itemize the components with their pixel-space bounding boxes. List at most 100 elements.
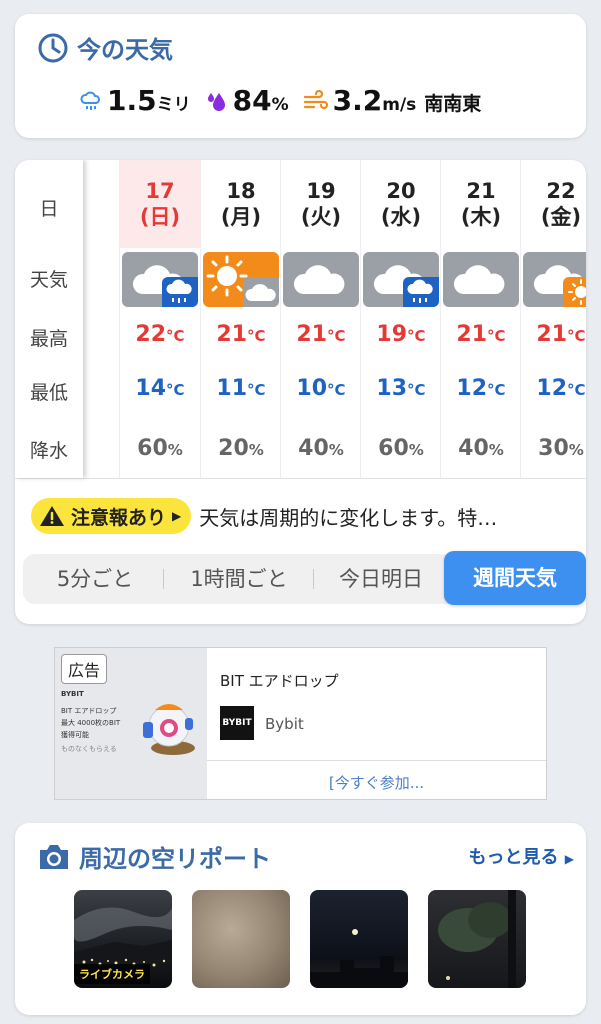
high-temp: 21°C: [536, 322, 586, 347]
forecast-day-header: 22 (金): [521, 160, 586, 248]
current-readings: 1.5 ミリ 84 % 3.2 m/s 南南東: [79, 84, 481, 117]
precip-chance: 60%: [137, 436, 183, 461]
ad-image-line: BIT エアドロップ: [61, 707, 117, 715]
forecast-day-header: 21 (木): [441, 160, 521, 248]
sun-icon: [563, 277, 586, 307]
forecast-day-column[interactable]: 18 (月) 21°C 11°C 20%: [201, 160, 281, 478]
forecast-day-column[interactable]: 17 (日) 22°C 14°C 60%: [120, 160, 200, 478]
chevron-right-icon: ▶: [564, 852, 574, 866]
cloud-icon: [363, 252, 439, 307]
forecast-row-labels: 日 天気 最高 最低 降水: [15, 160, 83, 478]
sky-photo-clouds[interactable]: [192, 890, 290, 988]
column-separator: [280, 160, 281, 478]
low-temp: 14°C: [135, 376, 185, 401]
high-temp: 19°C: [376, 322, 426, 347]
forecast-weekday: (月): [220, 205, 262, 229]
ad-image-brand: BYBIT: [61, 690, 84, 698]
live-camera-badge: ライブカメラ: [74, 964, 150, 984]
column-separator: [119, 160, 120, 478]
more-link-label: もっと見る: [468, 847, 559, 868]
forecast-weekday: (水): [380, 205, 422, 229]
wind-direction: 南南東: [424, 93, 482, 115]
forecast-divider: [15, 478, 586, 479]
forecast-day-column[interactable]: 21 (木) 21°C 12°C 40%: [441, 160, 521, 478]
tab-separator: [163, 569, 164, 589]
sky-photo-moon[interactable]: [310, 890, 408, 988]
forecast-date: 19: [306, 179, 336, 203]
row-label-weather: 天気: [29, 269, 68, 291]
cloud-icon: [443, 252, 519, 307]
precip-chance: 60%: [378, 436, 424, 461]
low-temp: 12°C: [456, 376, 506, 401]
forecast-day-column[interactable]: 19 (火) 21°C 10°C 40%: [281, 160, 361, 478]
row-label-day: 日: [39, 198, 59, 220]
ad-cta-link[interactable]: [今すぐ参加...: [207, 772, 546, 793]
moon-night-image: [310, 929, 408, 988]
forecast-day-header: 17 (日): [120, 160, 200, 248]
ad-image[interactable]: 広告 BYBIT BIT エアドロップ 最大 4000枚のBIT 獲得可能 もの…: [55, 648, 207, 799]
precip-chance: 40%: [458, 436, 504, 461]
ad-image-line: ものなくもらえる: [61, 745, 117, 753]
rain-icon: [162, 277, 198, 307]
tab-separator: [313, 569, 314, 589]
low-temp: 12°C: [536, 376, 586, 401]
sky-photo-live-camera[interactable]: ライブカメラ: [74, 890, 172, 988]
column-separator: [520, 160, 521, 478]
alert-text[interactable]: 天気は周期的に変化します。特…: [199, 502, 497, 531]
sun-icon: [203, 252, 279, 307]
column-separator: [200, 160, 201, 478]
humidity-drops-icon: [207, 92, 225, 111]
forecast-weekday: (日): [139, 205, 181, 229]
wind-icon: [303, 89, 328, 109]
forecast-tabs: 5分ごと 1時間ごと 今日明日 週間天気: [23, 551, 586, 605]
camera-icon: [40, 844, 68, 869]
chevron-right-icon: ▶: [172, 509, 182, 523]
cloud-icon: [243, 277, 279, 307]
ad-image-line: 最大 4000枚のBIT: [61, 719, 121, 727]
bybit-logo: BYBIT: [220, 706, 254, 740]
forecast-day-header: 18 (月): [201, 160, 281, 248]
ad-title[interactable]: BIT エアドロップ: [220, 670, 339, 691]
sky-photo-trees[interactable]: [428, 890, 526, 988]
ad-divider: [207, 760, 546, 761]
low-temp: 10°C: [296, 376, 346, 401]
forecast-day-column[interactable]: 20 (水) 19°C 13°C 60%: [361, 160, 441, 478]
low-temp: 11°C: [216, 376, 266, 401]
more-link[interactable]: もっと見る ▶: [468, 843, 574, 869]
warning-icon: [40, 506, 64, 526]
tree-night-image: [438, 890, 516, 988]
ad-brand[interactable]: Bybit: [265, 715, 304, 733]
ad-banner[interactable]: 広告 BYBIT BIT エアドロップ 最大 4000枚のBIT 獲得可能 もの…: [54, 647, 547, 800]
wind-unit: m/s: [382, 95, 417, 115]
high-temp: 21°C: [296, 322, 346, 347]
low-temp: 13°C: [376, 376, 426, 401]
tab-hourly[interactable]: 1時間ごと: [171, 554, 307, 604]
alert-badge[interactable]: 注意報あり ▶: [31, 498, 192, 534]
tab-5min[interactable]: 5分ごと: [35, 554, 155, 604]
row-label-low: 最低: [29, 382, 68, 404]
mascot-illustration: [143, 704, 195, 755]
tab-weekly[interactable]: 週間天気: [444, 551, 586, 605]
high-temp: 21°C: [216, 322, 266, 347]
high-temp: 21°C: [456, 322, 506, 347]
weekly-forecast-card: 16(土)22°C14°C40%17(日)22°C14°C60%18(月)21°…: [15, 160, 586, 624]
tab-today-tomorrow[interactable]: 今日明日: [319, 554, 443, 604]
forecast-day-header: 20 (水): [361, 160, 441, 248]
forecast-date: 22: [546, 179, 576, 203]
forecast-grid[interactable]: 16(土)22°C14°C40%17(日)22°C14°C60%18(月)21°…: [15, 160, 586, 478]
forecast-day-header: 19 (火): [281, 160, 361, 248]
precip-chance: 30%: [538, 436, 584, 461]
precip-unit: ミリ: [156, 95, 191, 115]
rain-icon: [403, 277, 439, 307]
precip-chance: 40%: [298, 436, 344, 461]
rain-cloud-icon: [80, 91, 100, 110]
forecast-weekday: (金): [540, 205, 582, 229]
column-separator: [440, 160, 441, 478]
weather-alert-row[interactable]: 注意報あり ▶ 天気は周期的に変化します。特…: [31, 498, 497, 534]
current-weather-header: 今の天気: [37, 30, 173, 65]
high-temp: 22°C: [135, 322, 185, 347]
row-label-high: 最高: [29, 328, 68, 350]
alert-label: 注意報あり: [71, 506, 167, 529]
sky-report-title: 周辺の空リポート: [79, 845, 271, 873]
forecast-day-column[interactable]: 22 (金) 21°C 12°C 30%: [521, 160, 586, 478]
